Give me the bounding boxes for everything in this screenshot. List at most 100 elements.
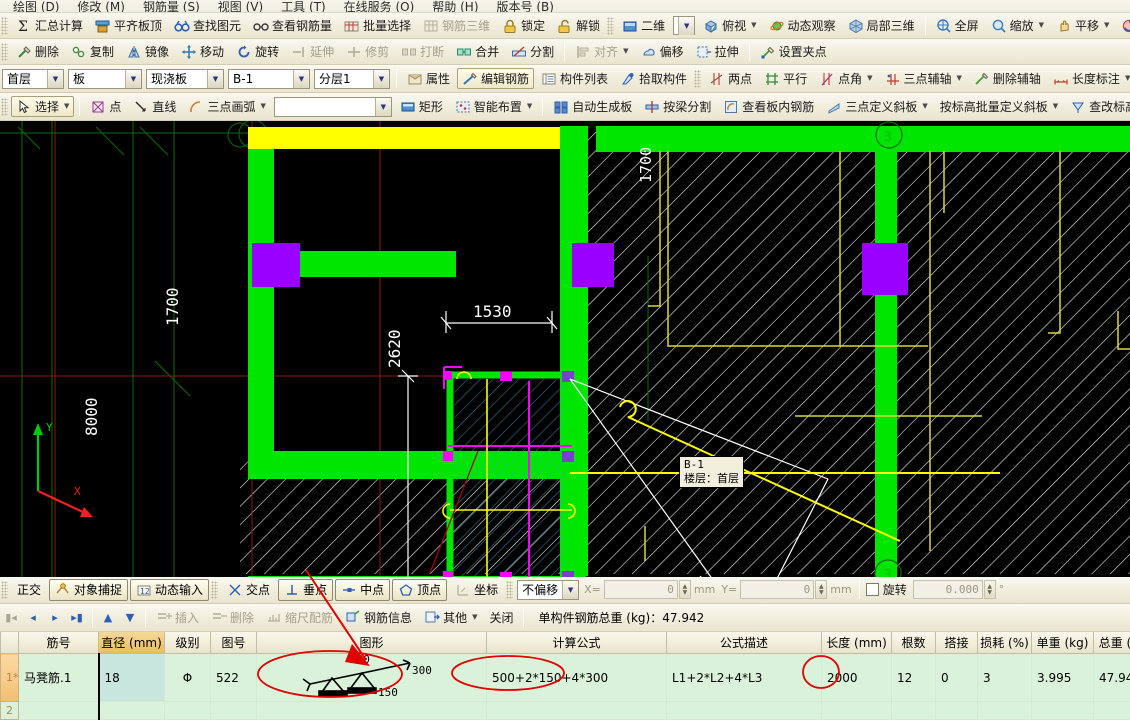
cell-empty-unit-weight[interactable] bbox=[1031, 701, 1094, 720]
cell-empty-length[interactable] bbox=[821, 701, 892, 720]
rotate-button[interactable]: 旋转 bbox=[231, 41, 284, 62]
col-bar-no[interactable]: 筋号 bbox=[18, 631, 99, 654]
cell-empty-desc[interactable] bbox=[666, 701, 822, 720]
floor-select[interactable]: 首层 ▼ bbox=[2, 68, 64, 89]
split-by-beam-button[interactable]: 按梁分割 bbox=[639, 96, 716, 117]
lock-button[interactable]: 锁定 bbox=[497, 15, 550, 36]
menu-item-help[interactable]: 帮助 (H) bbox=[423, 0, 487, 12]
nav-down-button[interactable]: ▼ bbox=[119, 607, 141, 627]
dynamic-orbit-button[interactable]: 动态观察 bbox=[764, 15, 841, 36]
col-length[interactable]: 长度 (mm) bbox=[821, 631, 892, 654]
x-coord-spinner[interactable]: ▲ ▼ bbox=[678, 580, 691, 599]
draw-mode-select[interactable]: ▼ bbox=[273, 96, 392, 117]
rotate-checkbox[interactable] bbox=[865, 583, 879, 596]
copy-button[interactable]: 复制 bbox=[66, 41, 119, 62]
view-2d-dropdown[interactable]: ▼ bbox=[673, 16, 696, 35]
point-tool-button[interactable]: 点 bbox=[85, 96, 126, 117]
cell-diameter[interactable]: 18 bbox=[97, 653, 165, 702]
offset-button[interactable]: 偏移 bbox=[636, 41, 689, 62]
col-formula[interactable]: 计算公式 bbox=[486, 631, 667, 654]
cell-shape[interactable]: 500 300 150 bbox=[256, 653, 487, 702]
snap-perpendicular[interactable]: 垂点 bbox=[278, 578, 334, 601]
three-point-sloped-slab-button[interactable]: 三点定义斜板 ▼ bbox=[821, 96, 932, 117]
rebar-info-button[interactable]: 钢筋信息 bbox=[340, 607, 417, 628]
menu-item-modify[interactable]: 修改 (M) bbox=[68, 0, 134, 12]
component-list-button[interactable]: 构件列表 bbox=[536, 68, 613, 89]
nav-next-button[interactable]: ▸ bbox=[44, 607, 66, 627]
cell-rownum[interactable]: 1* bbox=[0, 653, 19, 702]
view-slab-rebar-button[interactable]: 查看板内钢筋 bbox=[718, 96, 819, 117]
cell-formula[interactable]: 500+2*150+4*300 bbox=[486, 653, 667, 702]
arc-3point-button[interactable]: 三点画弧 ▼ bbox=[183, 96, 270, 117]
merge-button[interactable]: 合并 bbox=[451, 41, 504, 62]
batch-slope-by-elevation-button[interactable]: 按标高批量定义斜板 ▼ bbox=[935, 96, 1063, 117]
category-select[interactable]: 板 ▼ bbox=[68, 68, 142, 89]
summarize-calc-button[interactable]: Σ 汇总计算 bbox=[11, 15, 88, 36]
mirror-button[interactable]: 镜像 bbox=[121, 41, 174, 62]
view-2d-button[interactable]: 二维 bbox=[617, 15, 670, 36]
col-rownum[interactable] bbox=[0, 631, 19, 654]
batch-select-button[interactable]: 批量选择 bbox=[339, 15, 416, 36]
cell-empty-fig-no[interactable] bbox=[210, 701, 257, 720]
cell-empty-formula[interactable] bbox=[486, 701, 667, 720]
length-dimension-button[interactable]: 长度标注 ▼ bbox=[1048, 68, 1130, 89]
statusbar-grip[interactable] bbox=[1, 580, 8, 599]
menu-item-draw[interactable]: 绘图 (D) bbox=[4, 0, 68, 12]
snap-intersection[interactable]: 交点 bbox=[221, 579, 276, 601]
cad-drawing-canvas[interactable]: Y X 1700 8000 1530 2620 1700 3 3 B-1 楼层：… bbox=[0, 121, 1130, 577]
dynamic-input-toggle[interactable]: 12 动态输入 bbox=[130, 578, 210, 601]
col-diameter[interactable]: 直径 (mm) bbox=[98, 631, 165, 654]
set-grip-point-button[interactable]: 设置夹点 bbox=[755, 41, 832, 62]
point-angle-button[interactable]: 点角 ▼ bbox=[814, 68, 877, 89]
snap-midpoint[interactable]: 中点 bbox=[335, 578, 391, 601]
object-snap-toggle[interactable]: 对象捕捉 bbox=[49, 578, 129, 601]
local-3d-button[interactable]: 局部三维 bbox=[843, 15, 920, 36]
pan-button[interactable]: 平移 ▼ bbox=[1051, 15, 1114, 36]
flush-slab-top-button[interactable]: 平齐板顶 bbox=[90, 15, 167, 36]
cell-unit-weight[interactable]: 3.995 bbox=[1031, 653, 1094, 702]
col-shape[interactable]: 图形 bbox=[256, 631, 487, 654]
cell-lap[interactable]: 0 bbox=[935, 653, 978, 702]
y-coord-spinner[interactable]: ▲ ▼ bbox=[815, 580, 828, 599]
delete-axis-button[interactable]: 删除辅轴 bbox=[969, 68, 1046, 89]
cell-empty-loss[interactable] bbox=[977, 701, 1032, 720]
cell-loss[interactable]: 3 bbox=[977, 653, 1032, 702]
fullscreen-button[interactable]: 全屏 bbox=[931, 15, 984, 36]
col-loss[interactable]: 损耗 (%) bbox=[977, 631, 1032, 654]
statusbar-grip-3[interactable] bbox=[506, 580, 514, 599]
screen-rotate-button[interactable]: 屏幕旋转 ▼ bbox=[1116, 15, 1130, 36]
menu-item-tools[interactable]: 工具 (T) bbox=[272, 0, 335, 12]
line-tool-button[interactable]: 直线 bbox=[128, 96, 181, 117]
nav-first-button[interactable]: ▮◂ bbox=[0, 607, 22, 627]
col-grade[interactable]: 级别 bbox=[164, 631, 211, 654]
view-rebar-qty-button[interactable]: 查看钢筋量 bbox=[248, 15, 337, 36]
check-elevation-button[interactable]: 查改标高 bbox=[1065, 96, 1130, 117]
cell-empty-total-weight[interactable] bbox=[1093, 701, 1130, 720]
cell-count[interactable]: 12 bbox=[891, 653, 936, 702]
parallel-button[interactable]: 平行 bbox=[759, 68, 812, 89]
properties-button[interactable]: 属性 bbox=[402, 68, 455, 89]
cell-bar-no[interactable]: 马凳筋.1 bbox=[18, 653, 99, 702]
delete-button[interactable]: 删除 bbox=[11, 41, 64, 62]
col-fig-no[interactable]: 图号 bbox=[210, 631, 257, 654]
cell-empty-diameter[interactable] bbox=[97, 701, 165, 720]
cell-empty-bar-no[interactable] bbox=[18, 701, 99, 720]
smart-layout-button[interactable]: 智能布置 ▼ bbox=[450, 96, 537, 117]
rebar-table-container[interactable]: 筋号 直径 (mm) 级别 图号 图形 计算公式 公式描述 长度 (mm) 根数… bbox=[0, 631, 1130, 720]
move-button[interactable]: 移动 bbox=[176, 41, 229, 62]
toolbar-grip-view[interactable] bbox=[607, 16, 615, 35]
menu-item-view[interactable]: 视图 (V) bbox=[209, 0, 272, 12]
find-element-button[interactable]: 查找图元 bbox=[169, 15, 246, 36]
other-menu-button[interactable]: 其他 ▼ bbox=[419, 607, 482, 628]
close-button[interactable]: 关闭 bbox=[484, 607, 518, 628]
layer-select[interactable]: 分层1 ▼ bbox=[314, 68, 390, 89]
edit-rebar-button[interactable]: 编辑钢筋 bbox=[457, 68, 535, 89]
cell-fig-no[interactable]: 522 bbox=[210, 653, 257, 702]
nav-prev-button[interactable]: ◂ bbox=[22, 607, 44, 627]
two-point-button[interactable]: 两点 bbox=[704, 68, 757, 89]
col-count[interactable]: 根数 bbox=[891, 631, 936, 654]
menu-bar[interactable]: 绘图 (D) 修改 (M) 钢筋量 (S) 视图 (V) 工具 (T) 在线服务… bbox=[0, 0, 1130, 13]
ortho-toggle[interactable]: 正交 bbox=[11, 579, 47, 601]
nav-up-button[interactable]: ▲ bbox=[97, 607, 119, 627]
snap-coordinate[interactable]: 坐标 bbox=[449, 579, 504, 601]
